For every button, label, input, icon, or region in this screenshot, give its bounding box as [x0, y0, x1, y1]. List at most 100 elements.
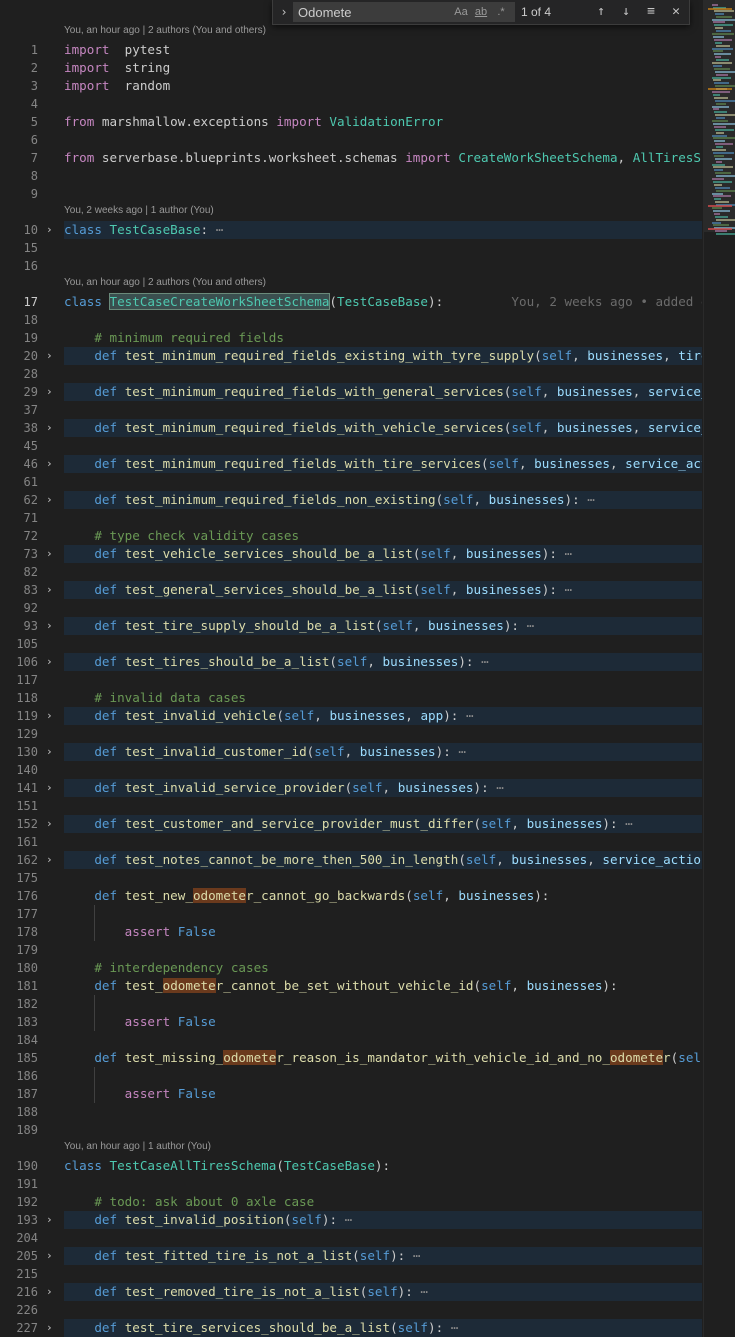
code-text[interactable]: [64, 95, 702, 113]
regex-toggle[interactable]: .*: [491, 4, 511, 20]
fold-chevron-icon[interactable]: ›: [46, 1286, 56, 1298]
code-line[interactable]: 141 › def test_invalid_service_provider(s…: [0, 779, 735, 797]
code-text[interactable]: # type check validity cases: [64, 527, 702, 545]
code-line[interactable]: 6: [0, 131, 735, 149]
code-text[interactable]: def test_fitted_tire_is_not_a_list(self)…: [64, 1247, 702, 1265]
code-text[interactable]: def test_vehicle_services_should_be_a_li…: [64, 545, 702, 563]
fold-chevron-icon[interactable]: ›: [46, 818, 56, 830]
code-text[interactable]: [64, 239, 702, 257]
code-line[interactable]: 227 › def test_tire_services_should_be_a_…: [0, 1319, 735, 1337]
code-line[interactable]: 178 assert False: [0, 923, 735, 941]
code-text[interactable]: def test_missing_odometer_reason_is_mand…: [64, 1049, 702, 1067]
fold-chevron-icon[interactable]: ›: [46, 548, 56, 560]
code-line[interactable]: 37: [0, 401, 735, 419]
code-text[interactable]: def test_minimum_required_fields_with_ti…: [64, 455, 702, 473]
code-text[interactable]: [64, 1229, 702, 1247]
code-line[interactable]: 71: [0, 509, 735, 527]
minimap[interactable]: [703, 0, 735, 1337]
code-text[interactable]: def test_notes_cannot_be_more_then_500_i…: [64, 851, 702, 869]
code-text[interactable]: def test_minimum_required_fields_existin…: [64, 347, 702, 365]
code-text[interactable]: def test_odometer_cannot_be_set_without_…: [64, 977, 702, 995]
arrow-up-icon[interactable]: ↑: [591, 3, 611, 21]
code-line[interactable]: 188: [0, 1103, 735, 1121]
code-line[interactable]: 180 # interdependency cases: [0, 959, 735, 977]
code-line[interactable]: 140: [0, 761, 735, 779]
code-text[interactable]: import pytest: [64, 41, 702, 59]
code-line[interactable]: 183 assert False: [0, 1013, 735, 1031]
code-line[interactable]: 38 › def test_minimum_required_fields_wit…: [0, 419, 735, 437]
git-blame-annotation[interactable]: You, 2 weeks ago | 1 author (You): [64, 204, 214, 218]
code-line[interactable]: 204: [0, 1229, 735, 1247]
code-line[interactable]: 7 from serverbase.blueprints.worksheet.sc…: [0, 149, 735, 167]
code-line[interactable]: 118 # invalid data cases: [0, 689, 735, 707]
code-line[interactable]: 162 › def test_notes_cannot_be_more_then_…: [0, 851, 735, 869]
code-text[interactable]: assert False: [64, 1085, 702, 1103]
code-line[interactable]: 1 import pytest: [0, 41, 735, 59]
fold-chevron-icon[interactable]: ›: [46, 854, 56, 866]
code-text[interactable]: assert False: [64, 923, 702, 941]
git-blame-annotation[interactable]: You, an hour ago | 2 authors (You and ot…: [64, 24, 266, 38]
code-text[interactable]: def test_minimum_required_fields_non_exi…: [64, 491, 702, 509]
code-text[interactable]: def test_invalid_service_provider(self, …: [64, 779, 702, 797]
code-text[interactable]: [64, 473, 702, 491]
code-line[interactable]: 215: [0, 1265, 735, 1283]
fold-chevron-icon[interactable]: ›: [46, 1214, 56, 1226]
code-text[interactable]: [64, 1265, 702, 1283]
code-text[interactable]: def test_invalid_position(self): ⋯: [64, 1211, 702, 1229]
code-text[interactable]: [64, 941, 702, 959]
code-line[interactable]: 192 # todo: ask about 0 axle case: [0, 1193, 735, 1211]
code-text[interactable]: import random: [64, 77, 702, 95]
code-text[interactable]: [64, 257, 702, 275]
code-text[interactable]: def test_customer_and_service_provider_m…: [64, 815, 702, 833]
code-text[interactable]: [64, 995, 702, 1013]
git-blame-annotation[interactable]: You, an hour ago | 2 authors (You and ot…: [64, 276, 266, 290]
fold-chevron-icon[interactable]: ›: [46, 782, 56, 794]
code-text[interactable]: def test_minimum_required_fields_with_ve…: [64, 419, 702, 437]
code-line[interactable]: 93 › def test_tire_supply_should_be_a_lis…: [0, 617, 735, 635]
code-line[interactable]: 119 › def test_invalid_vehicle(self, busi…: [0, 707, 735, 725]
fold-chevron-icon[interactable]: ›: [46, 422, 56, 434]
fold-chevron-icon[interactable]: ›: [46, 350, 56, 362]
code-text[interactable]: [64, 1121, 702, 1139]
code-line[interactable]: 10 › class TestCaseBase: ⋯: [0, 221, 735, 239]
code-line[interactable]: 61: [0, 473, 735, 491]
code-line[interactable]: 184: [0, 1031, 735, 1049]
match-case-toggle[interactable]: Aa: [451, 4, 471, 20]
code-text[interactable]: def test_tire_supply_should_be_a_list(se…: [64, 617, 702, 635]
code-line[interactable]: 17 class TestCaseCreateWorkSheetSchema(Te…: [0, 293, 735, 311]
code-line[interactable]: 45: [0, 437, 735, 455]
code-line[interactable]: 117: [0, 671, 735, 689]
code-line[interactable]: 182: [0, 995, 735, 1013]
code-line[interactable]: 29 › def test_minimum_required_fields_wit…: [0, 383, 735, 401]
code-line[interactable]: 92: [0, 599, 735, 617]
code-editor[interactable]: You, an hour ago | 2 authors (You and ot…: [0, 0, 735, 1337]
code-text[interactable]: [64, 401, 702, 419]
code-line[interactable]: 4: [0, 95, 735, 113]
code-text[interactable]: [64, 1301, 702, 1319]
code-line[interactable]: 226: [0, 1301, 735, 1319]
code-line[interactable]: 205 › def test_fitted_tire_is_not_a_list(…: [0, 1247, 735, 1265]
code-line[interactable]: 187 assert False: [0, 1085, 735, 1103]
code-text[interactable]: def test_tire_services_should_be_a_list(…: [64, 1319, 702, 1337]
close-icon[interactable]: ✕: [666, 3, 686, 21]
code-line[interactable]: 181 def test_odometer_cannot_be_set_with…: [0, 977, 735, 995]
code-line[interactable]: 106 › def test_tires_should_be_a_list(sel…: [0, 653, 735, 671]
code-line[interactable]: 19 # minimum required fields: [0, 329, 735, 347]
find-in-selection-icon[interactable]: ≡: [641, 3, 661, 21]
code-text[interactable]: [64, 1175, 702, 1193]
code-text[interactable]: # minimum required fields: [64, 329, 702, 347]
code-text[interactable]: [64, 599, 702, 617]
code-line[interactable]: 186: [0, 1067, 735, 1085]
fold-chevron-icon[interactable]: ›: [46, 620, 56, 632]
code-text[interactable]: [64, 509, 702, 527]
code-text[interactable]: # todo: ask about 0 axle case: [64, 1193, 702, 1211]
arrow-down-icon[interactable]: ↓: [616, 3, 636, 21]
code-line[interactable]: 190 class TestCaseAllTiresSchema(TestCase…: [0, 1157, 735, 1175]
fold-chevron-icon[interactable]: ›: [46, 224, 56, 236]
code-text[interactable]: assert False: [64, 1013, 702, 1031]
code-text[interactable]: [64, 725, 702, 743]
code-text[interactable]: [64, 1031, 702, 1049]
code-text[interactable]: [64, 167, 702, 185]
code-text[interactable]: [64, 365, 702, 383]
code-line[interactable]: 73 › def test_vehicle_services_should_be_…: [0, 545, 735, 563]
